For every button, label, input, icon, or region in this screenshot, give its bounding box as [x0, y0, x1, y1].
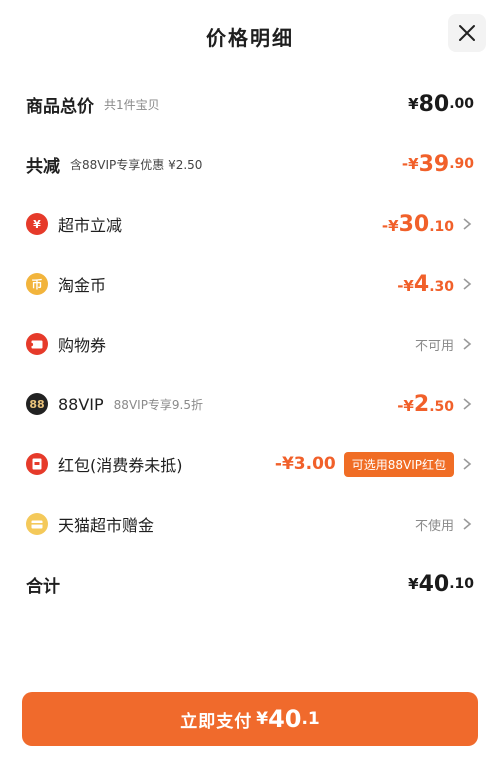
- price-detail-sheet: 价格明细 商品总价 共1件宝贝 ¥80.00 共减 含88VIP专享优惠 ¥2.…: [0, 0, 500, 766]
- reduced-label: 共减: [26, 156, 60, 177]
- goods-total-sub: 共1件宝贝: [104, 97, 160, 112]
- coupon-right: 不可用: [415, 335, 474, 354]
- coupon-label: 购物券: [58, 336, 107, 355]
- vip-label: 88VIP: [58, 394, 104, 414]
- currency: ¥: [408, 575, 419, 593]
- row-red-packet[interactable]: 红包(消费券未抵) -¥3.00 可选用88VIP红包: [26, 444, 474, 484]
- pay-dec: .1: [301, 709, 320, 729]
- amount-dec: .50: [429, 398, 454, 415]
- row-taojinbi[interactable]: 币 淘金币 -¥4.30: [26, 264, 474, 304]
- sum-label: 合计: [26, 576, 60, 597]
- row-sum: 合计 ¥40.10: [26, 564, 474, 604]
- supermarket-right: -¥30.10: [382, 212, 474, 237]
- close-button[interactable]: [448, 14, 486, 52]
- pay-label: 立即支付: [180, 711, 253, 732]
- chevron-right-icon: [460, 397, 474, 411]
- vip-right: -¥2.50: [397, 392, 474, 417]
- amount-dec: .30: [429, 278, 454, 295]
- reduced-amount: -¥ 39.90: [402, 152, 474, 177]
- 88-badge-icon: 88: [26, 393, 48, 415]
- reduced-sub: 含88VIP专享优惠 ¥2.50: [70, 157, 203, 172]
- gift-card-icon: [26, 513, 48, 535]
- taojinbi-amount: -¥4.30: [397, 272, 454, 297]
- row-goods-total: 商品总价 共1件宝贝 ¥80.00: [26, 84, 474, 124]
- amount-int: 39: [418, 151, 450, 177]
- vip-red-packet-pill[interactable]: 可选用88VIP红包: [343, 451, 454, 477]
- red-packet-right: -¥3.00 可选用88VIP红包: [274, 451, 474, 477]
- tmall-gift-label: 天猫超市赠金: [58, 516, 155, 535]
- sheet-title: 价格明细: [206, 26, 294, 50]
- row-shopping-coupon[interactable]: 购物券 不可用: [26, 324, 474, 364]
- goods-total-amount: ¥80.00: [408, 92, 474, 117]
- coupon-status: 不可用: [414, 338, 454, 354]
- amount-int: 40: [418, 571, 450, 597]
- amount-int: 4: [413, 271, 430, 297]
- amount-dec: .90: [449, 156, 474, 172]
- currency: -¥: [381, 216, 399, 235]
- chevron-right-icon: [460, 337, 474, 351]
- amount-int: 80: [418, 91, 450, 117]
- currency: -¥: [397, 276, 414, 295]
- amount-dec: .10: [429, 218, 454, 235]
- currency: ¥: [408, 95, 419, 113]
- taojinbi-label: 淘金币: [58, 276, 107, 295]
- currency: -¥: [401, 155, 419, 173]
- yuan-badge-icon: ¥: [26, 213, 48, 235]
- chevron-right-icon: [460, 277, 474, 291]
- vip-amount: -¥2.50: [397, 392, 454, 417]
- red-packet-label: 红包(消费券未抵): [58, 456, 183, 475]
- pay-now-button[interactable]: 立即支付 ¥40.1: [22, 692, 478, 746]
- close-icon: [459, 25, 475, 41]
- pay-currency: ¥: [256, 709, 269, 729]
- row-total-reduced: 共减 含88VIP专享优惠 ¥2.50 -¥ 39.90: [26, 144, 474, 184]
- red-packet-amount: -¥3.00: [274, 454, 336, 474]
- row-tmall-gift[interactable]: 天猫超市赠金 不使用: [26, 504, 474, 544]
- pay-int: 40: [268, 705, 302, 733]
- tmall-gift-right: 不使用: [415, 515, 474, 534]
- amount-dec: .00: [449, 96, 474, 112]
- coin-icon: 币: [26, 273, 48, 295]
- tmall-gift-status: 不使用: [414, 518, 454, 534]
- supermarket-amount: -¥30.10: [382, 212, 454, 237]
- vip-sub: 88VIP专享9.5折: [113, 397, 204, 412]
- amount-int: 2: [413, 391, 430, 417]
- goods-total-label: 商品总价: [26, 96, 94, 117]
- currency: -¥: [397, 396, 414, 415]
- red-packet-icon: [26, 453, 48, 475]
- ticket-icon: [26, 333, 48, 355]
- amount-dec: .10: [449, 576, 474, 592]
- row-supermarket-discount[interactable]: ¥ 超市立减 -¥30.10: [26, 204, 474, 244]
- supermarket-label: 超市立减: [58, 216, 123, 235]
- row-88vip[interactable]: 88 88VIP 88VIP专享9.5折 -¥2.50: [26, 384, 474, 424]
- taojinbi-right: -¥4.30: [397, 272, 474, 297]
- amount-int: 30: [398, 211, 430, 237]
- chevron-right-icon: [460, 517, 474, 531]
- chevron-right-icon: [460, 217, 474, 231]
- sheet-header: 价格明细: [0, 0, 500, 76]
- sum-amount: ¥40.10: [408, 572, 474, 597]
- chevron-right-icon: [460, 457, 474, 471]
